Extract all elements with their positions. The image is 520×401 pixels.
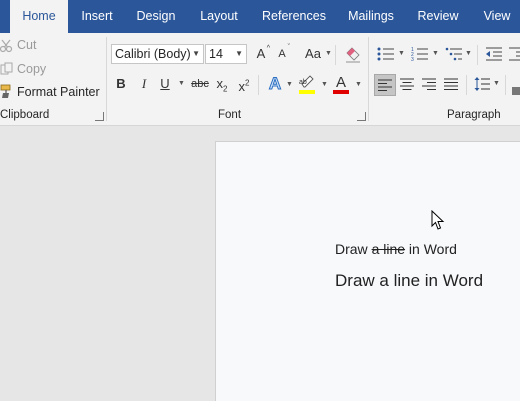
decrease-indent-icon[interactable]: [485, 46, 503, 62]
divider: [335, 45, 336, 65]
align-left-button[interactable]: [374, 74, 396, 96]
group-divider: [368, 37, 369, 121]
grow-font-icon: A: [256, 46, 266, 61]
tab-review[interactable]: Review: [411, 0, 465, 33]
document-page[interactable]: Draw a line in Word Draw a line in Word: [215, 141, 520, 401]
shrink-font-button[interactable]: Aˇ: [273, 44, 291, 64]
italic-icon: I: [141, 76, 147, 91]
font-group-label: Font: [218, 109, 242, 121]
text-effects-icon: A: [268, 74, 282, 94]
chevron-down-icon[interactable]: ▼: [321, 75, 328, 95]
format-painter-button[interactable]: Format Painter: [0, 83, 100, 101]
divider: [477, 45, 478, 65]
subscript-icon: x2: [216, 76, 228, 94]
chevron-down-icon[interactable]: ▼: [432, 44, 439, 64]
font-color-button[interactable]: A: [333, 74, 351, 95]
change-case-button[interactable]: Aa: [302, 44, 324, 64]
shading-icon[interactable]: [512, 75, 520, 95]
strikethrough-button[interactable]: abc: [189, 74, 211, 94]
scissors-icon: [0, 39, 13, 53]
bullets-icon[interactable]: [377, 46, 395, 62]
copy-label: Copy: [17, 62, 47, 76]
struck-text-run: a line: [371, 241, 406, 257]
divider: [466, 75, 467, 95]
chevron-down-icon: ▼: [192, 49, 200, 58]
tab-insert[interactable]: Insert: [74, 0, 120, 33]
chevron-down-icon[interactable]: ▼: [178, 74, 185, 94]
chevron-down-icon[interactable]: ▼: [325, 44, 332, 64]
chevron-down-icon[interactable]: ▼: [465, 44, 472, 64]
highlight-color-button[interactable]: ab: [298, 75, 318, 95]
multilevel-list-icon[interactable]: [445, 46, 463, 62]
text-run: Draw: [335, 241, 372, 257]
grow-font-button[interactable]: A ^: [252, 44, 270, 64]
subscript-button[interactable]: x2: [213, 74, 231, 94]
tab-references[interactable]: References: [255, 0, 333, 33]
line-spacing-icon[interactable]: [474, 76, 490, 92]
underline-button[interactable]: U: [157, 74, 173, 94]
paintbrush-icon: [0, 84, 11, 98]
cut-label: Cut: [17, 38, 37, 52]
clipboard-dialog-launcher[interactable]: [95, 112, 104, 121]
format-painter-label: Format Painter: [17, 85, 100, 99]
font-size-value: 14: [209, 47, 223, 61]
align-right-icon[interactable]: [422, 77, 436, 91]
strikethrough-icon: abc: [191, 78, 209, 90]
copy-icon: [0, 62, 13, 75]
copy-button[interactable]: Copy: [0, 60, 60, 78]
font-size-combobox[interactable]: 14 ▼: [205, 44, 247, 64]
text-effects-button[interactable]: A: [266, 74, 284, 94]
clear-formatting-icon[interactable]: [344, 46, 362, 63]
svg-text:ab: ab: [299, 79, 307, 86]
chevron-down-icon: ▼: [235, 49, 243, 58]
font-color-swatch: [333, 90, 349, 94]
bold-button[interactable]: B: [113, 74, 129, 94]
font-color-icon: A: [336, 74, 347, 91]
cut-button[interactable]: Cut: [0, 37, 60, 55]
increase-indent-icon[interactable]: [508, 46, 520, 62]
ribbon-tab-bar: Home Insert Design Layout References Mai…: [0, 0, 520, 33]
divider: [505, 75, 506, 95]
tab-mailings[interactable]: Mailings: [341, 0, 401, 33]
italic-button[interactable]: I: [136, 74, 152, 94]
justify-icon[interactable]: [444, 77, 458, 91]
group-divider: [106, 37, 107, 121]
shrink-font-icon: A: [278, 48, 286, 60]
change-case-icon: Aa: [305, 46, 321, 61]
font-name-combobox[interactable]: Calibri (Body) ▼: [111, 44, 204, 64]
mouse-pointer-icon: [431, 210, 445, 230]
highlighter-icon: ab: [299, 75, 314, 88]
align-left-icon: [378, 79, 392, 91]
chevron-down-icon[interactable]: ▼: [286, 75, 293, 95]
superscript-icon: x2: [238, 79, 250, 95]
underline-icon: U: [160, 76, 170, 91]
highlight-swatch: [299, 90, 315, 94]
bold-icon: B: [116, 76, 126, 91]
svg-text:3: 3: [411, 57, 414, 62]
superscript-button[interactable]: x2: [235, 74, 253, 94]
chevron-down-icon[interactable]: ▼: [493, 74, 500, 94]
text-line-normal[interactable]: Draw a line in Word: [335, 271, 483, 291]
ribbon: Cut Copy Format Painter Clipboard Calibr…: [0, 33, 520, 126]
tab-layout[interactable]: Layout: [192, 0, 246, 33]
chevron-down-icon[interactable]: ▼: [398, 44, 405, 64]
chevron-down-icon[interactable]: ▼: [355, 75, 362, 95]
tab-view[interactable]: View: [476, 0, 518, 33]
tab-home[interactable]: Home: [10, 0, 68, 33]
divider: [258, 75, 259, 95]
font-name-value: Calibri (Body): [115, 47, 191, 61]
numbering-icon[interactable]: 1 2 3: [411, 46, 429, 62]
align-center-icon[interactable]: [400, 77, 414, 91]
clipboard-group-label: Clipboard: [0, 109, 50, 121]
tab-design[interactable]: Design: [128, 0, 184, 33]
text-line-strikethrough[interactable]: Draw a line in Word: [335, 241, 457, 257]
font-dialog-launcher[interactable]: [357, 112, 366, 121]
paragraph-group-label: Paragraph: [447, 109, 501, 121]
text-run: in Word: [405, 241, 457, 257]
